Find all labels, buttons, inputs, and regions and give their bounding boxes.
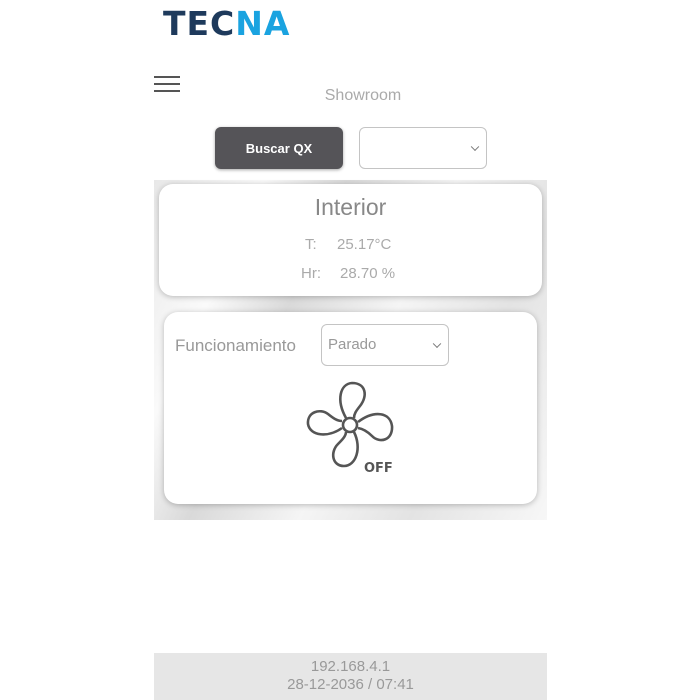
footer-ip: 192.168.4.1 — [310, 658, 391, 675]
chevron-down-icon — [432, 339, 442, 349]
logo-text-tec: TEC — [163, 4, 236, 43]
temperature-value: 25.17°C — [337, 236, 392, 253]
operation-label: Funcionamiento — [175, 336, 296, 355]
temperature-label: T: — [305, 236, 317, 253]
fan-icon[interactable]: OFF — [306, 380, 398, 476]
fan-state-text: OFF — [364, 461, 393, 476]
humidity-value: 28.70 % — [340, 265, 396, 282]
footer: 192.168.4.1 28-12-2036 / 07:41 — [154, 653, 547, 700]
operation-mode-select[interactable]: Parado — [321, 324, 449, 366]
hamburger-menu-icon[interactable] — [154, 74, 180, 100]
humidity-label: Hr: — [301, 265, 321, 282]
location-title: Showroom — [324, 87, 402, 104]
logo-text-na: NA — [235, 4, 291, 43]
chevron-down-icon — [470, 142, 480, 152]
interior-card: Interior T: 25.17°C Hr: 28.70 % — [159, 184, 542, 296]
operation-mode-value: Parado — [328, 336, 377, 353]
tecna-logo: TECNA — [163, 6, 290, 42]
buscar-qx-button[interactable]: Buscar QX — [215, 127, 343, 169]
interior-title: Interior — [314, 194, 387, 220]
footer-datetime: 28-12-2036 / 07:41 — [287, 676, 414, 693]
qx-select[interactable] — [359, 127, 487, 169]
